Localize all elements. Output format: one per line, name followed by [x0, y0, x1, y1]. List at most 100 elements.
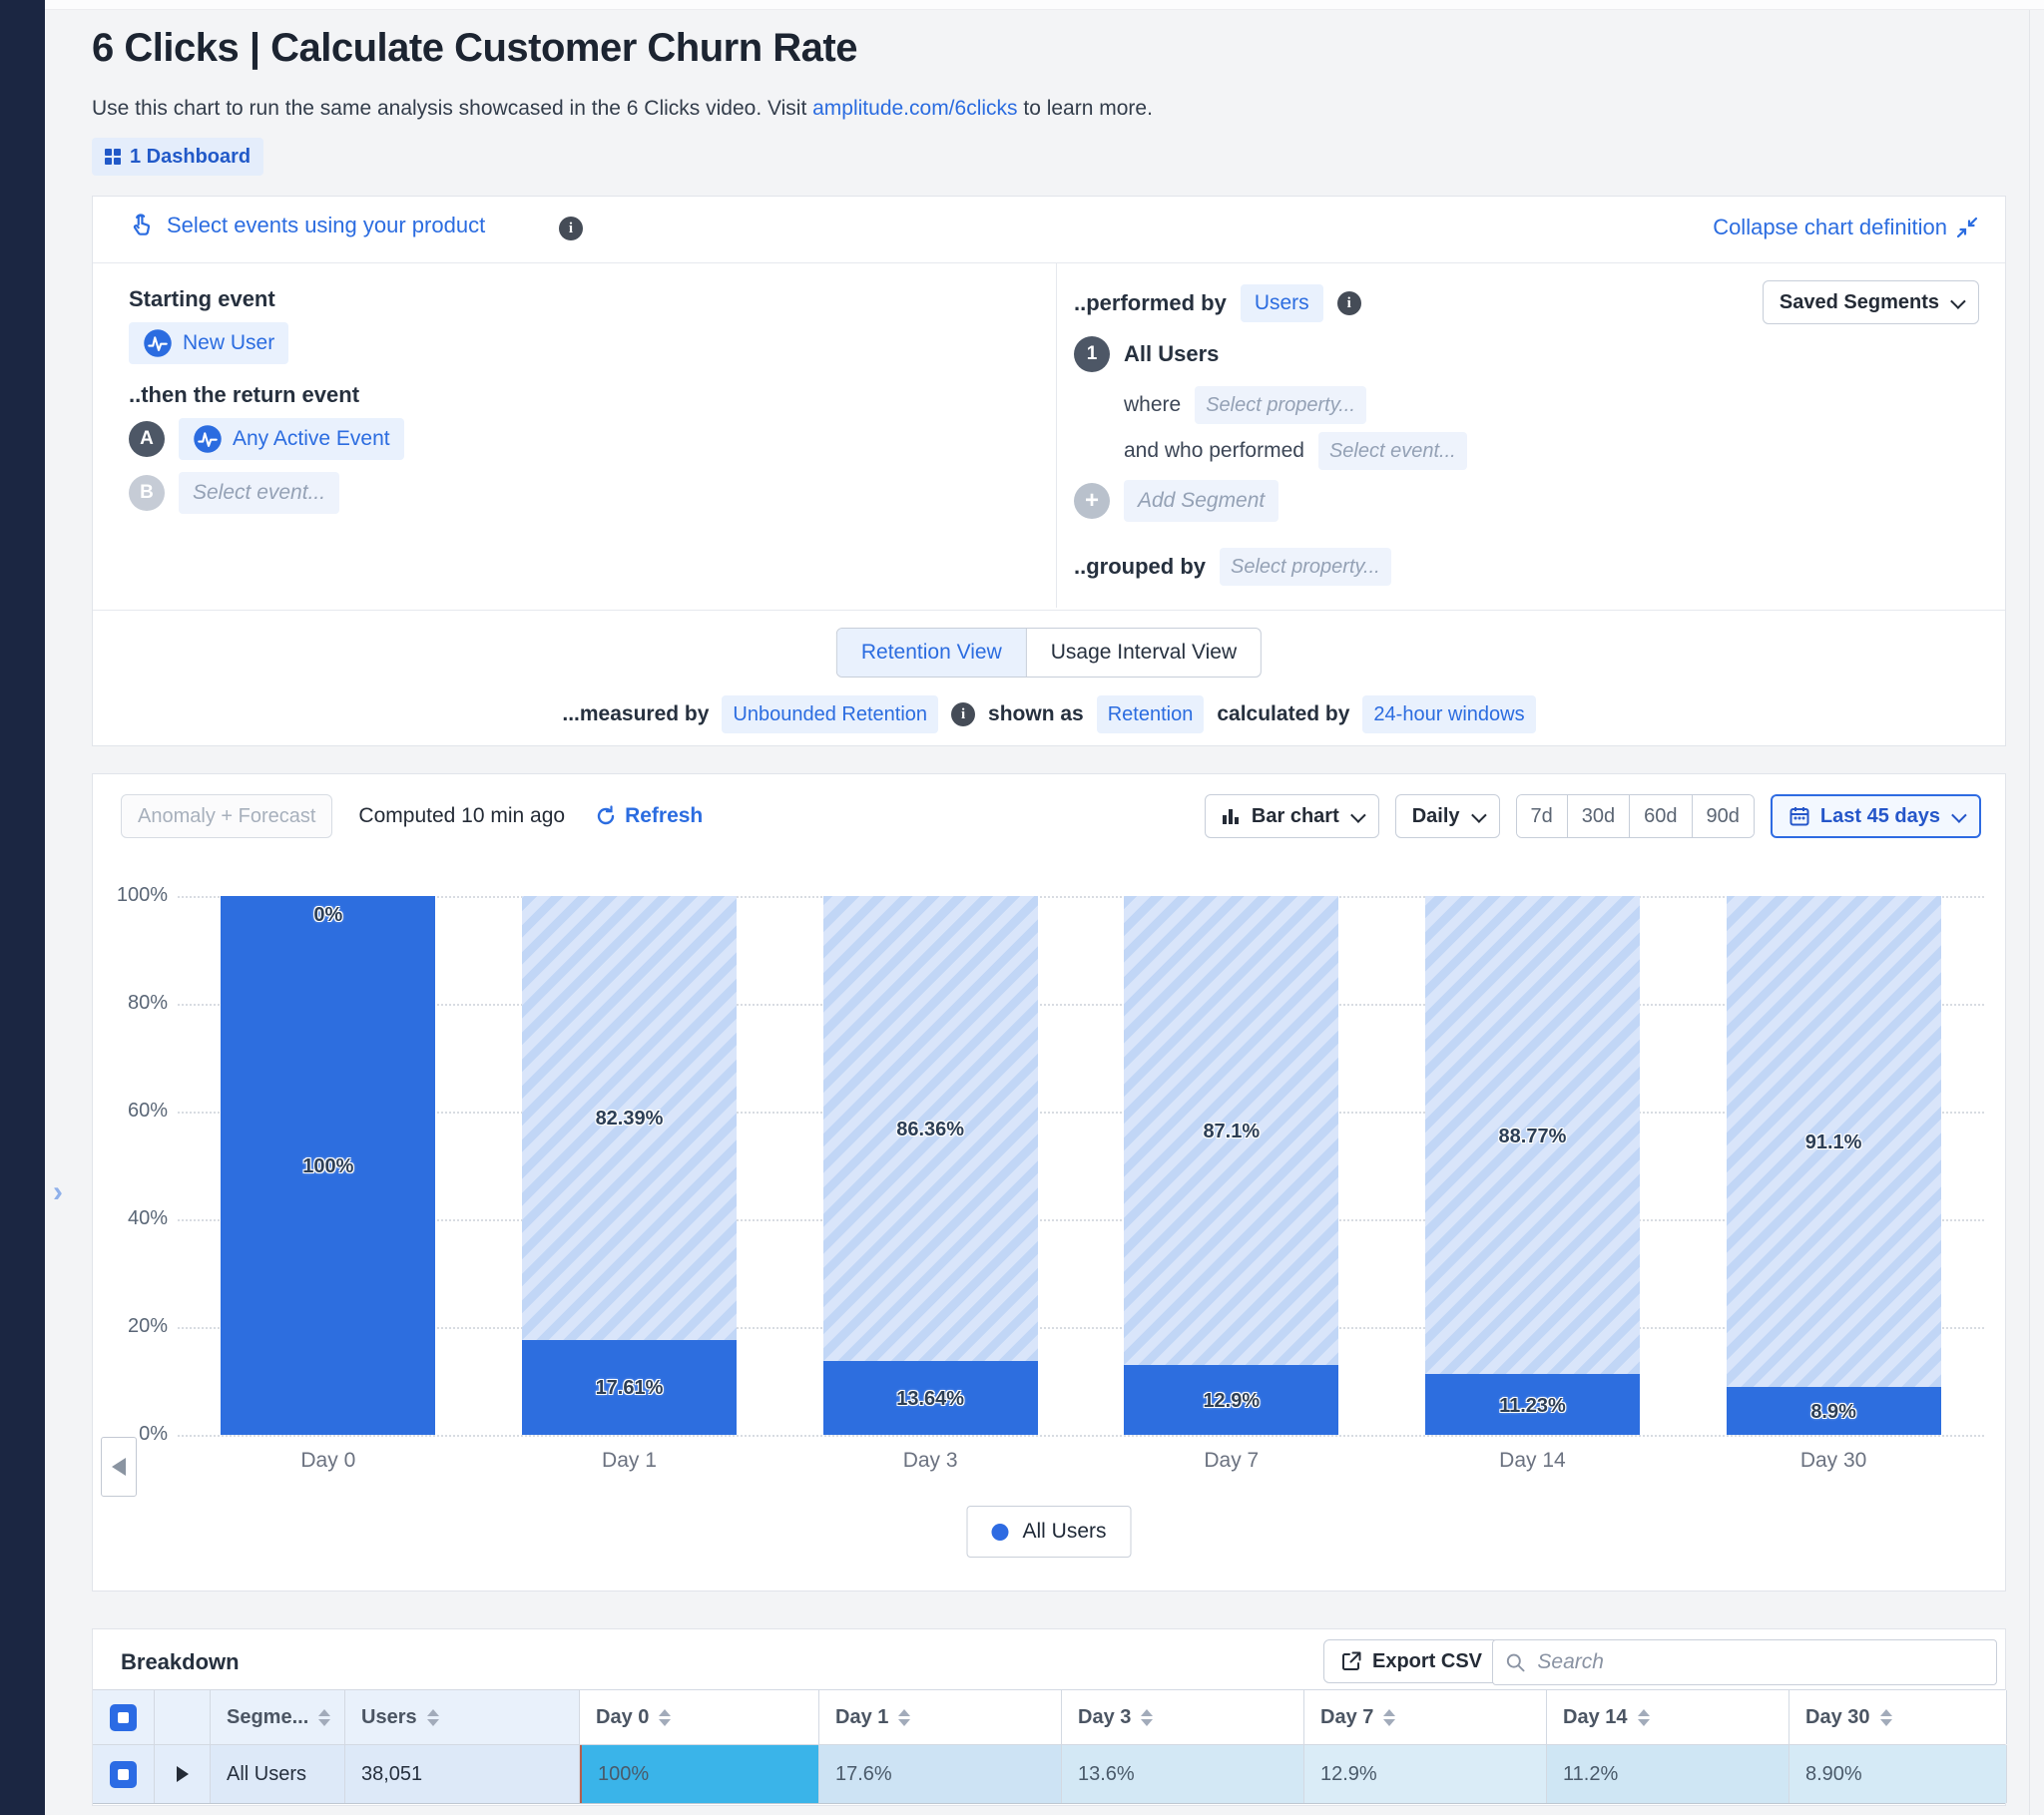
table-header-expand-cell	[155, 1690, 211, 1744]
info-icon[interactable]: i	[559, 217, 583, 240]
chart-toolbar: Anomaly + Forecast Computed 10 min ago R…	[121, 794, 1981, 838]
table-header-day-30[interactable]: Day 30	[1789, 1690, 2007, 1744]
row-cell-segment: All Users	[211, 1745, 345, 1803]
starting-event-name: New User	[183, 331, 274, 355]
chart-type-label: Bar chart	[1252, 805, 1339, 828]
column-label: Day 3	[1078, 1706, 1131, 1729]
table-header-users[interactable]: Users	[345, 1690, 580, 1744]
range-button-30d[interactable]: 30d	[1567, 795, 1629, 837]
view-tabs: Retention View Usage Interval View	[836, 628, 1262, 678]
expand-row-button[interactable]	[177, 1766, 189, 1782]
bar-group-day-14[interactable]: 88.77%11.23%	[1425, 896, 1640, 1435]
bar-segment-retained[interactable]	[1727, 1387, 1941, 1435]
grouped-by-label: ..grouped by	[1074, 554, 1206, 580]
bar-group-day-3[interactable]: 86.36%13.64%	[823, 896, 1038, 1435]
x-axis-label-day-7: Day 7	[1124, 1449, 1338, 1473]
table-header-day-1[interactable]: Day 1	[819, 1690, 1062, 1744]
search-input[interactable]	[1535, 1649, 1984, 1675]
date-range-button[interactable]: Last 45 days	[1771, 794, 1981, 838]
bar-segment-churned[interactable]	[1727, 896, 1941, 1387]
export-csv-button[interactable]: Export CSV	[1323, 1639, 1499, 1683]
legend-label: All Users	[1022, 1520, 1106, 1544]
grouped-by-placeholder[interactable]: Select property...	[1220, 548, 1391, 586]
interval-dropdown[interactable]: Daily	[1395, 794, 1500, 838]
anomaly-forecast-button[interactable]: Anomaly + Forecast	[121, 794, 332, 838]
dashboard-badge-label: 1 Dashboard	[130, 146, 251, 169]
bar-group-day-7[interactable]: 87.1%12.9%	[1124, 896, 1338, 1435]
table-header-day-7[interactable]: Day 7	[1304, 1690, 1547, 1744]
range-button-60d[interactable]: 60d	[1629, 795, 1691, 837]
shown-as-chip[interactable]: Retention	[1097, 695, 1205, 733]
collapse-panel-handle[interactable]	[101, 1437, 137, 1497]
measured-by-chip[interactable]: Unbounded Retention	[722, 695, 938, 733]
starting-event-chip[interactable]: New User	[129, 322, 288, 364]
select-events-link[interactable]: Select events using your product	[129, 213, 485, 238]
range-button-7d[interactable]: 7d	[1517, 795, 1567, 837]
select-events-label: Select events using your product	[167, 213, 485, 238]
select-all-checkbox[interactable]	[110, 1704, 137, 1731]
table-header-segme-[interactable]: Segme...	[211, 1690, 345, 1744]
scrollbar-track[interactable]	[2029, 10, 2030, 1815]
app-left-sidebar	[0, 0, 45, 1815]
row-checkbox[interactable]	[110, 1761, 137, 1788]
table-header-day-3[interactable]: Day 3	[1062, 1690, 1304, 1744]
bar-segment-churned[interactable]	[823, 896, 1038, 1361]
table-row-all-users: All Users38,051100%17.6%13.6%12.9%11.2%8…	[93, 1745, 2005, 1804]
bar-segment-retained[interactable]	[823, 1361, 1038, 1435]
subtitle-link[interactable]: amplitude.com/6clicks	[812, 97, 1017, 120]
table-header-day-0[interactable]: Day 0	[580, 1690, 819, 1744]
select-event-placeholder[interactable]: Select event...	[179, 472, 339, 514]
info-icon[interactable]: i	[1337, 291, 1361, 315]
performed-by-chip[interactable]: Users	[1241, 284, 1323, 322]
row-cell-users: 38,051	[345, 1745, 580, 1803]
x-axis-label-day-0: Day 0	[221, 1449, 435, 1473]
event-badge-a: A	[129, 421, 165, 457]
bar-chart-icon	[1222, 806, 1242, 826]
table-header-day-14[interactable]: Day 14	[1547, 1690, 1789, 1744]
bar-segment-retained[interactable]	[522, 1340, 737, 1435]
column-label: Day 14	[1563, 1706, 1628, 1729]
bar-segment-retained[interactable]	[1425, 1374, 1640, 1435]
section-divider	[93, 610, 2005, 611]
info-icon[interactable]: i	[951, 702, 975, 726]
tab-retention-view[interactable]: Retention View	[837, 629, 1026, 677]
bar-segment-retained[interactable]	[221, 896, 435, 1435]
bar-group-day-30[interactable]: 91.1%8.9%	[1727, 896, 1941, 1435]
x-axis-label-day-1: Day 1	[522, 1449, 737, 1473]
row-cell-day-14: 11.2%	[1547, 1745, 1789, 1803]
legend-dot-icon	[991, 1524, 1008, 1541]
bar-group-day-1[interactable]: 82.39%17.61%	[522, 896, 737, 1435]
y-axis-tick: 20%	[93, 1315, 168, 1338]
collapse-chart-definition-link[interactable]: Collapse chart definition	[1713, 215, 1979, 240]
bar-segment-churned[interactable]	[522, 896, 737, 1340]
return-event-chip[interactable]: Any Active Event	[179, 418, 404, 460]
row-checkbox-cell	[93, 1745, 155, 1803]
select-event-placeholder[interactable]: Select event...	[1318, 432, 1467, 470]
refresh-icon	[595, 805, 617, 827]
column-label: Day 30	[1805, 1706, 1870, 1729]
dashboard-count-badge[interactable]: 1 Dashboard	[92, 138, 263, 176]
add-segment-button[interactable]: Add Segment	[1124, 480, 1278, 522]
sidebar-expand-chevron-icon[interactable]: ›	[53, 1175, 63, 1209]
chart-type-dropdown[interactable]: Bar chart	[1205, 794, 1379, 838]
select-property-placeholder[interactable]: Select property...	[1195, 386, 1366, 424]
y-axis-tick: 40%	[93, 1207, 168, 1230]
bar-segment-retained[interactable]	[1124, 1365, 1338, 1435]
saved-segments-button[interactable]: Saved Segments	[1763, 280, 1979, 324]
bar-segment-churned[interactable]	[1124, 896, 1338, 1365]
page-subtitle: Use this chart to run the same analysis …	[92, 97, 1153, 121]
x-axis-label-day-3: Day 3	[823, 1449, 1038, 1473]
tab-usage-interval-view[interactable]: Usage Interval View	[1026, 629, 1261, 677]
top-strip	[45, 0, 2044, 10]
bar-segment-churned[interactable]	[1425, 896, 1640, 1374]
range-button-90d[interactable]: 90d	[1692, 795, 1754, 837]
row-cell-day-7: 12.9%	[1304, 1745, 1547, 1803]
calculated-by-chip[interactable]: 24-hour windows	[1362, 695, 1535, 733]
plus-icon[interactable]: +	[1074, 483, 1110, 519]
legend-all-users[interactable]: All Users	[966, 1506, 1131, 1558]
refresh-button[interactable]: Refresh	[595, 804, 703, 828]
return-event-name: Any Active Event	[233, 427, 390, 451]
column-label: Day 1	[835, 1706, 888, 1729]
sort-icon	[1638, 1709, 1650, 1726]
bar-group-day-0[interactable]: 0%100%	[221, 896, 435, 1435]
